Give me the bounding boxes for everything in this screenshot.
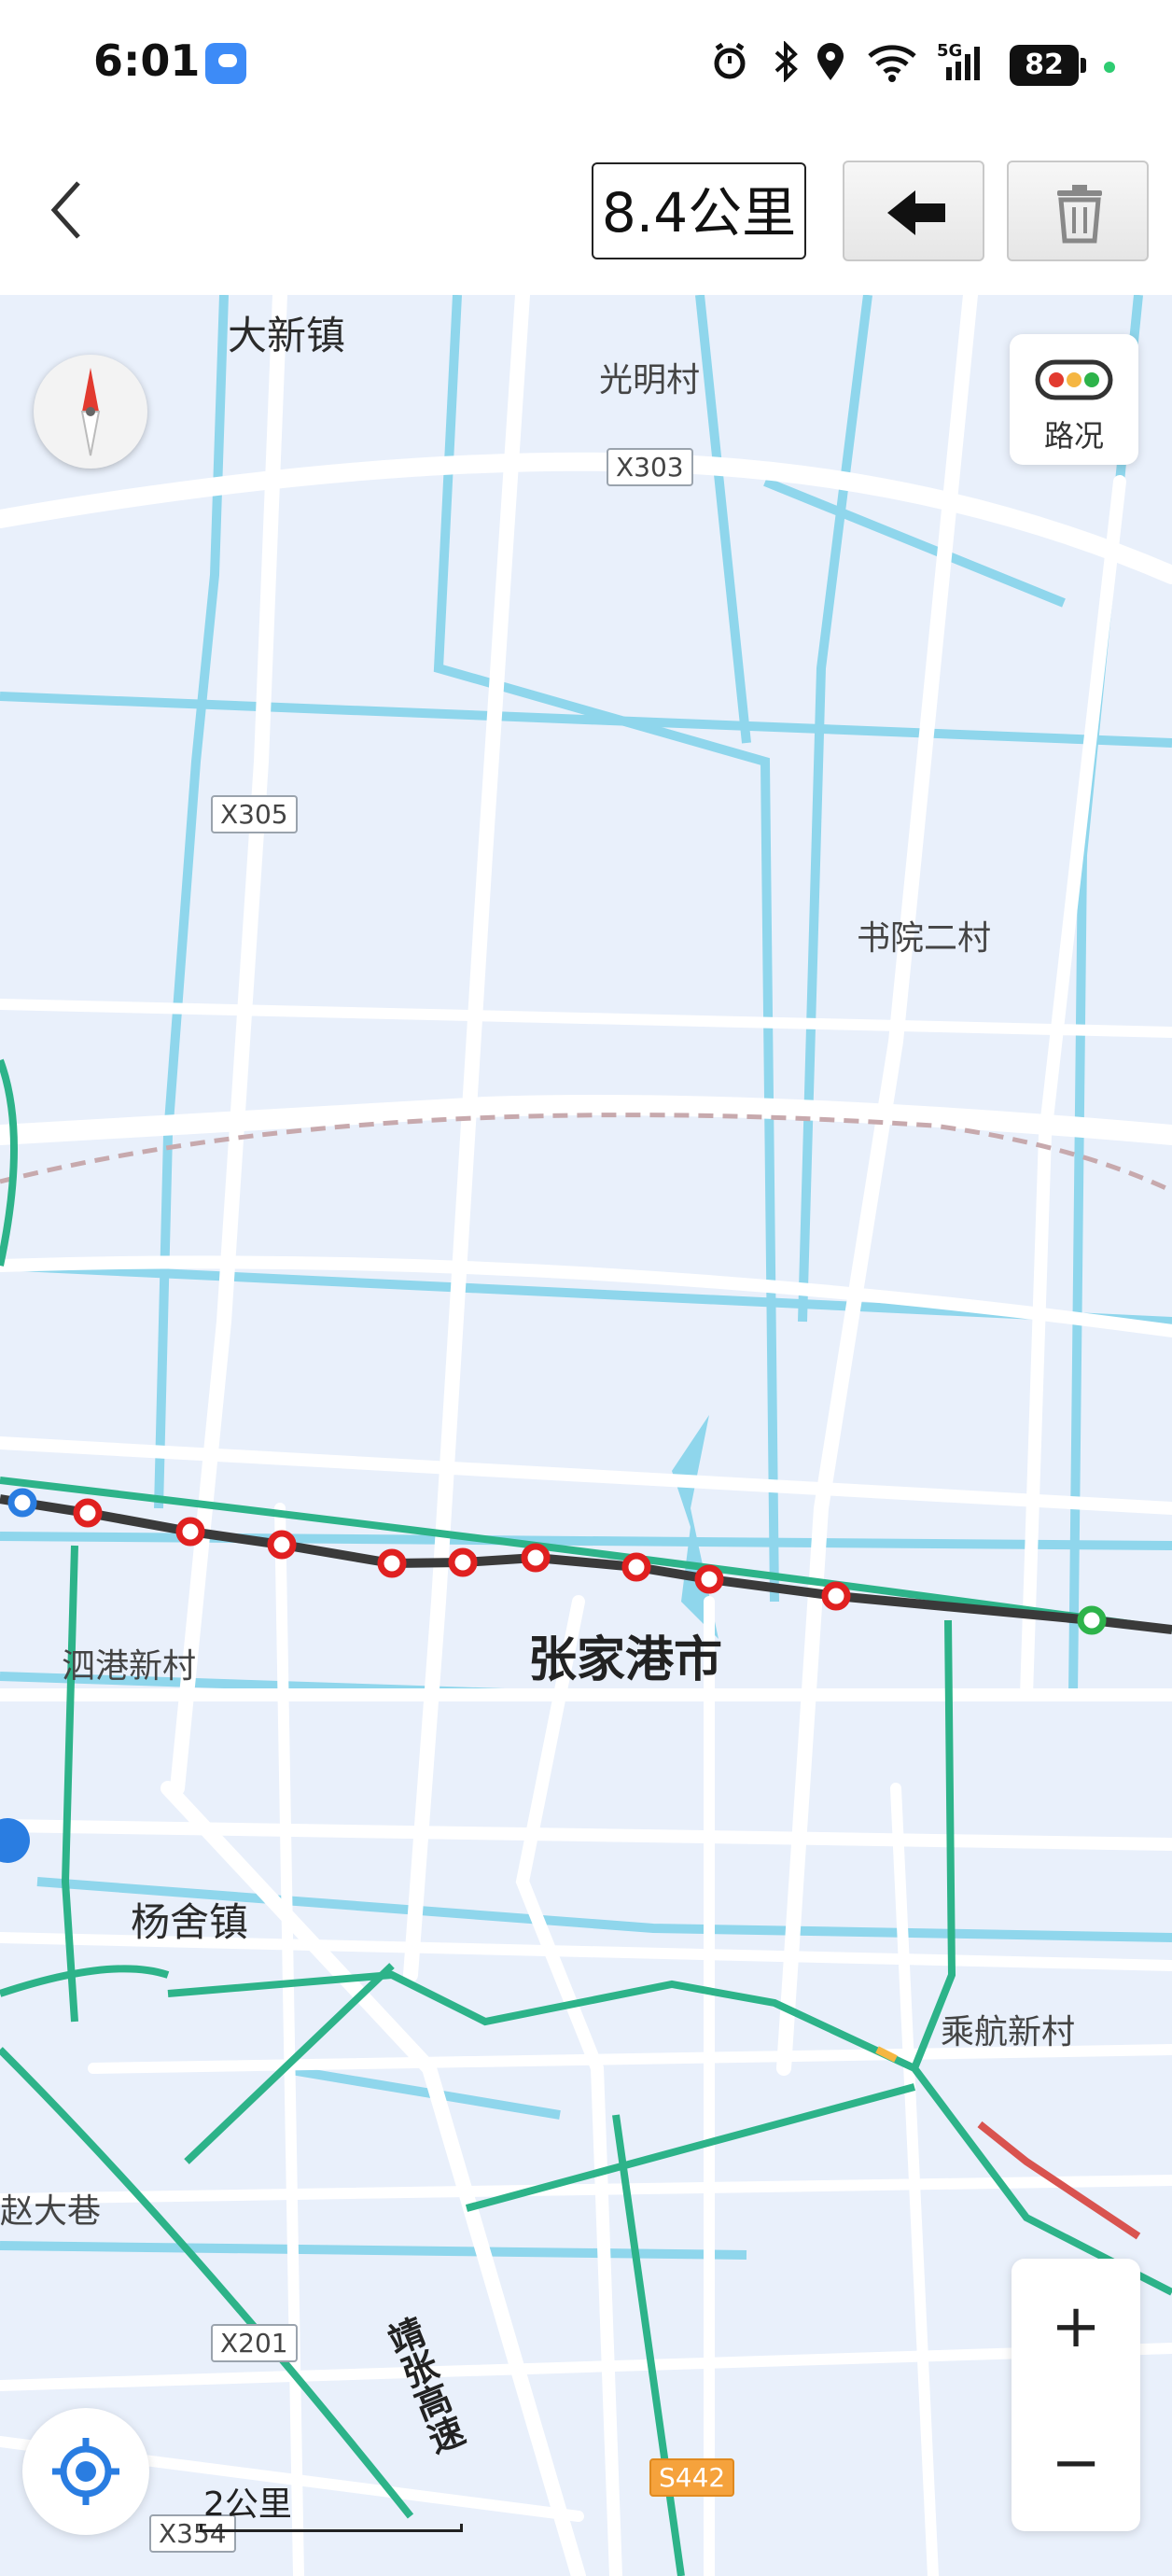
signal-icon	[946, 47, 980, 80]
crosshair-icon	[52, 2438, 119, 2505]
place-label-zhaoda[interactable]: 赵大巷	[0, 2184, 101, 2233]
traffic-label: 路况	[1043, 418, 1104, 454]
route-node[interactable]	[175, 1517, 205, 1547]
place-label-yangshe[interactable]: 杨舍镇	[131, 1891, 248, 1948]
chevron-left-icon	[50, 181, 80, 239]
traffic-light-icon	[1035, 359, 1113, 400]
route-node[interactable]	[821, 1581, 851, 1611]
place-label-sigang[interactable]: 泗港新村	[62, 1639, 196, 1687]
route-start-node[interactable]	[7, 1488, 37, 1518]
route-node[interactable]	[377, 1548, 407, 1578]
place-label-daxin[interactable]: 大新镇	[228, 304, 345, 361]
status-dot	[1104, 62, 1115, 73]
scale-bar	[200, 2524, 463, 2532]
road-shield-x201: X201	[211, 2324, 298, 2362]
route-end-node[interactable]	[1077, 1605, 1107, 1635]
measure-toolbar: 8.4公里	[0, 131, 1172, 296]
measured-route-line	[0, 1494, 1172, 1634]
arrow-left-icon	[887, 190, 945, 235]
route-node[interactable]	[521, 1543, 551, 1573]
back-button[interactable]	[37, 168, 103, 252]
status-bar: 6:01 5G 82	[0, 0, 1172, 131]
alarm-icon	[714, 42, 746, 79]
place-label-zhangjiagang[interactable]: 张家港市	[528, 1620, 722, 1690]
locate-me-button[interactable]	[22, 2408, 149, 2535]
route-node[interactable]	[621, 1552, 651, 1582]
undo-button[interactable]	[843, 161, 984, 261]
place-label-chenghang[interactable]: 乘航新村	[941, 2005, 1075, 2053]
map-canvas[interactable]	[0, 295, 1172, 2576]
wifi-icon	[868, 45, 916, 82]
place-label-shuyuan[interactable]: 书院二村	[857, 911, 991, 959]
trash-icon	[1057, 185, 1102, 244]
scale-label: 2公里	[203, 2485, 292, 2524]
zoom-in-button[interactable]: +	[1012, 2259, 1140, 2395]
battery-indicator: 82	[1010, 45, 1086, 86]
place-label-guangming[interactable]: 光明村	[599, 353, 700, 401]
bluetooth-icon	[774, 41, 798, 82]
route-node[interactable]	[267, 1530, 297, 1560]
zoom-out-button[interactable]: −	[1012, 2395, 1140, 2531]
compass-icon	[80, 368, 101, 456]
zoom-controls: + −	[1012, 2259, 1140, 2531]
status-time: 6:01	[93, 35, 201, 86]
route-node[interactable]	[448, 1547, 478, 1577]
location-icon	[817, 43, 844, 80]
road-shield-s442: S442	[649, 2458, 735, 2497]
map-view[interactable]: 大新镇 光明村 书院二村 张家港市 泗港新村 杨舍镇 乘航新村 赵大巷 X303…	[0, 295, 1172, 2576]
road-shield-x303: X303	[607, 448, 693, 486]
route-node[interactable]	[694, 1564, 724, 1594]
route-node[interactable]	[73, 1498, 103, 1528]
road-shield-x305: X305	[211, 795, 298, 833]
weather-app-icon	[205, 43, 246, 84]
traffic-toggle-button[interactable]: 路况	[1010, 334, 1138, 465]
delete-button[interactable]	[1007, 161, 1149, 261]
distance-readout: 8.4公里	[592, 162, 806, 259]
compass-button[interactable]	[34, 355, 147, 469]
